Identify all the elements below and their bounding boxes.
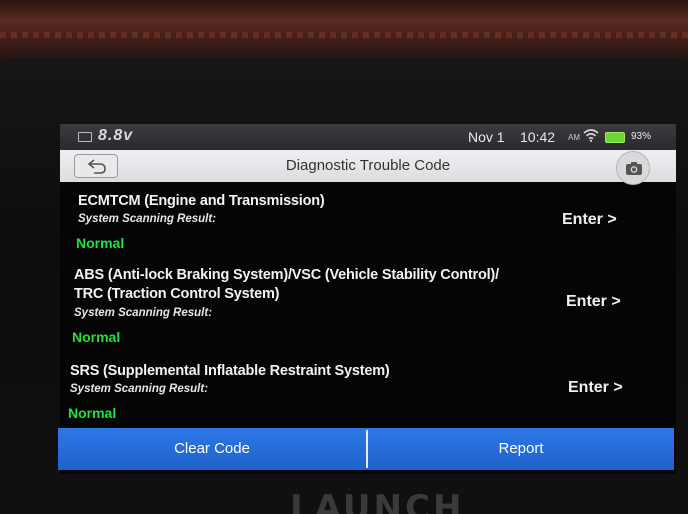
clear-code-button[interactable]: Clear Code	[58, 428, 366, 470]
status-ampm: AM	[568, 133, 580, 142]
list-item: SRS (Supplemental Inflatable Restraint S…	[60, 362, 676, 432]
wifi-icon	[583, 129, 599, 143]
system-name: ECMTCM (Engine and Transmission)	[78, 193, 325, 209]
action-bar: Clear Code Report	[58, 428, 674, 470]
page-title: Diagnostic Trouble Code	[285, 157, 451, 174]
status-date: Nov 1	[468, 129, 505, 145]
enter-button[interactable]: Enter >	[566, 288, 646, 316]
camera-icon	[626, 162, 642, 175]
status-time: 10:42	[520, 129, 556, 145]
status-badge: Normal	[76, 235, 125, 251]
scan-result-label: System Scanning Result:	[78, 213, 217, 225]
enter-button[interactable]: Enter >	[562, 206, 642, 234]
status-badge: Normal	[72, 329, 121, 345]
status-bar: 8.8v Nov 1 10:42 AM 93%	[60, 124, 676, 150]
scan-result-label: System Scanning Result:	[70, 383, 209, 395]
screenshot-button[interactable]	[616, 151, 650, 185]
device-screen: 8.8v Nov 1 10:42 AM 93% Diagnostic Troub…	[58, 124, 676, 474]
system-name: SRS (Supplemental Inflatable Restraint S…	[70, 363, 390, 379]
title-bar: Diagnostic Trouble Code	[60, 150, 676, 185]
voltage-readout: 8.8v	[98, 127, 134, 144]
background-stitching	[0, 32, 688, 38]
battery-percent: 93%	[631, 131, 652, 142]
scan-result-label: System Scanning Result:	[74, 307, 213, 319]
list-item: ABS (Anti-lock Braking System)/VSC (Vehi…	[60, 266, 676, 356]
system-name: ABS (Anti-lock Braking System)/VSC (Vehi…	[74, 267, 499, 283]
device-brand-logo: LAUNCH	[290, 488, 465, 514]
status-badge: Normal	[68, 405, 117, 421]
system-list: ECMTCM (Engine and Transmission) System …	[60, 182, 676, 430]
battery-icon	[78, 132, 92, 142]
system-name-line2: TRC (Traction Control System)	[74, 286, 280, 302]
battery-level-icon	[605, 132, 625, 143]
list-item: ECMTCM (Engine and Transmission) System …	[60, 192, 676, 262]
enter-button[interactable]: Enter >	[568, 374, 648, 402]
report-button[interactable]: Report	[368, 428, 674, 470]
